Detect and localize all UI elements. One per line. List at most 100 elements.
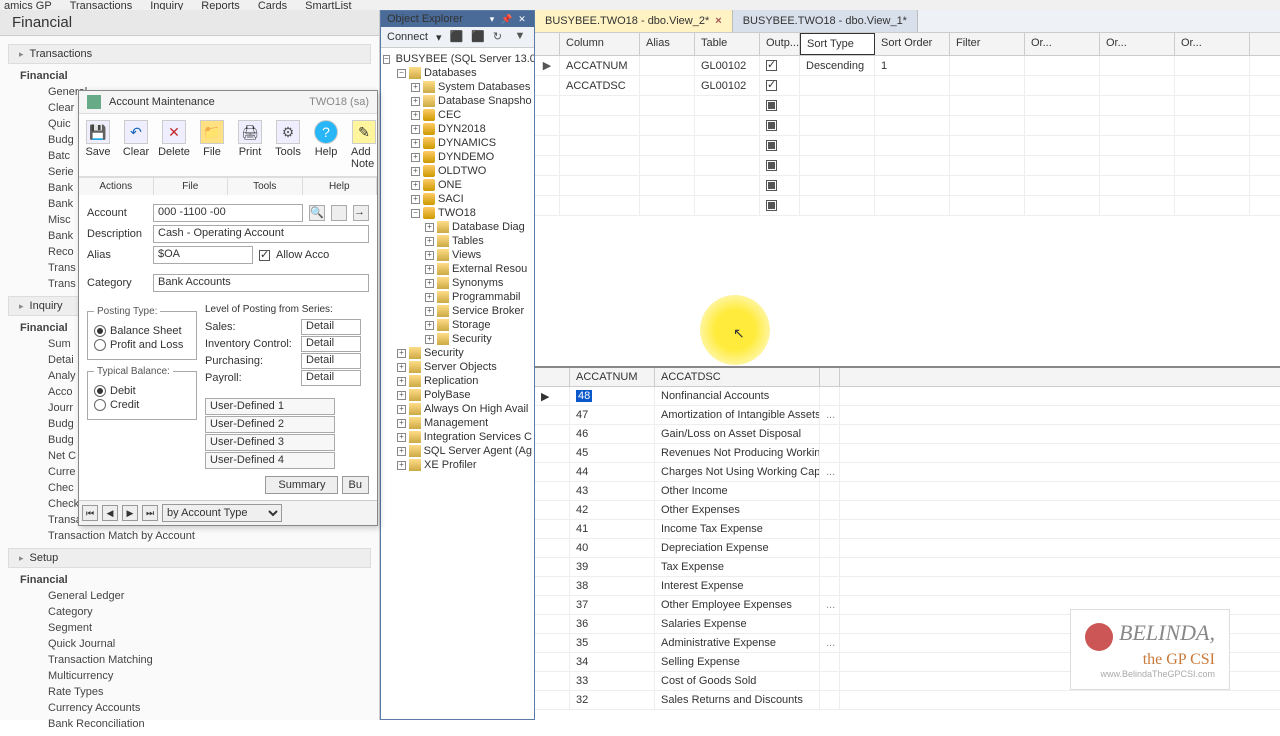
result-row[interactable]: 40Depreciation Expense — [535, 539, 1280, 558]
user-defined-field[interactable]: User-Defined 3 — [205, 434, 335, 451]
tree-node[interactable]: Synonyms — [383, 276, 532, 290]
result-row[interactable]: 41Income Tax Expense — [535, 520, 1280, 539]
tree-node[interactable]: Security — [383, 346, 532, 360]
criteria-row[interactable] — [535, 176, 1280, 196]
result-row[interactable]: 44Charges Not Using Working Capital... — [535, 463, 1280, 482]
close-icon[interactable]: ✕ — [516, 13, 528, 25]
file-button[interactable]: 📁File — [193, 114, 231, 176]
col-sorttype[interactable]: Sort Type — [800, 33, 875, 55]
tree-node[interactable]: External Resou — [383, 262, 532, 276]
output-checkbox[interactable] — [766, 200, 777, 211]
col-table[interactable]: Table — [695, 33, 760, 55]
result-row[interactable]: 45Revenues Not Producing Working Ca... — [535, 444, 1280, 463]
col-column[interactable]: Column — [560, 33, 640, 55]
nav-item[interactable]: Transaction Match by Account — [48, 528, 371, 544]
tree-node[interactable]: SQL Server Agent (Ag — [383, 444, 532, 458]
tree-node[interactable]: System Databases — [383, 80, 532, 94]
col-or[interactable]: Or... — [1025, 33, 1100, 55]
nav-item[interactable]: Segment — [48, 620, 371, 636]
nav-item[interactable]: Transaction Matching — [48, 652, 371, 668]
criteria-row[interactable] — [535, 96, 1280, 116]
tree-node[interactable]: TWO18 — [383, 206, 532, 220]
output-checkbox[interactable] — [766, 60, 777, 71]
output-checkbox[interactable] — [766, 80, 777, 91]
nav-item[interactable]: Bank Reconciliation — [48, 716, 371, 732]
tab-view2[interactable]: BUSYBEE.TWO18 - dbo.View_2*× — [535, 10, 733, 32]
tab-view1[interactable]: BUSYBEE.TWO18 - dbo.View_1* — [733, 10, 918, 32]
nav-expand[interactable]: Financial — [20, 572, 371, 588]
col-sortorder[interactable]: Sort Order — [875, 33, 950, 55]
tree-node[interactable]: Service Broker — [383, 304, 532, 318]
tree-node[interactable]: Views — [383, 248, 532, 262]
prev-button[interactable]: ◀ — [102, 505, 118, 521]
refresh-icon[interactable]: ↻ — [493, 30, 507, 44]
tree-node[interactable]: BUSYBEE (SQL Server 13.0 — [383, 52, 532, 66]
tree-node[interactable]: XE Profiler — [383, 458, 532, 472]
output-checkbox[interactable] — [766, 100, 777, 111]
nav-group-transactions[interactable]: Transactions — [8, 44, 371, 64]
filter-icon[interactable]: ▼ — [514, 30, 528, 44]
last-button[interactable]: ⏭ — [142, 505, 158, 521]
col-or[interactable]: Or... — [1175, 33, 1250, 55]
tree-node[interactable]: Server Objects — [383, 360, 532, 374]
tree-node[interactable]: Databases — [383, 66, 532, 80]
toolbar-icon[interactable]: ⬛ — [450, 30, 464, 44]
level-value[interactable]: Detail — [301, 319, 361, 335]
dialog-title-bar[interactable]: Account Maintenance TWO18 (sa) — [79, 91, 377, 114]
tree-node[interactable]: Security — [383, 332, 532, 346]
desc-input[interactable]: Cash - Operating Account — [153, 225, 369, 243]
user-defined-field[interactable]: User-Defined 4 — [205, 452, 335, 469]
result-row[interactable]: 38Interest Expense — [535, 577, 1280, 596]
next-button[interactable]: ▶ — [122, 505, 138, 521]
col-filter[interactable]: Filter — [950, 33, 1025, 55]
criteria-row[interactable]: ▶ACCATNUMGL00102Descending1 — [535, 56, 1280, 76]
close-tab-icon[interactable]: × — [715, 15, 721, 27]
balance-sheet-radio[interactable] — [94, 325, 106, 337]
tree-node[interactable]: ONE — [383, 178, 532, 192]
nav-item[interactable]: Category — [48, 604, 371, 620]
bu-button[interactable]: Bu — [342, 476, 369, 494]
nav-item[interactable]: Quick Journal — [48, 636, 371, 652]
criteria-row[interactable] — [535, 136, 1280, 156]
result-row[interactable]: ▶48Nonfinancial Accounts — [535, 387, 1280, 406]
nav-item[interactable]: Currency Accounts — [48, 700, 371, 716]
result-row[interactable]: 39Tax Expense — [535, 558, 1280, 577]
allow-checkbox[interactable] — [259, 250, 270, 261]
dropdown-icon[interactable]: ▾ — [486, 13, 498, 25]
result-row[interactable]: 47Amortization of Intangible Assets... — [535, 406, 1280, 425]
expand-icon[interactable] — [331, 205, 347, 221]
tree-node[interactable]: Database Diag — [383, 220, 532, 234]
add-note-button[interactable]: ✎Add Note — [345, 114, 383, 176]
tree-node[interactable]: PolyBase — [383, 388, 532, 402]
result-col-accatnum[interactable]: ACCATNUM — [570, 368, 655, 386]
level-value[interactable]: Detail — [301, 370, 361, 386]
toolbar-icon[interactable]: ⬛ — [471, 30, 485, 44]
help-button[interactable]: ?Help — [307, 114, 345, 176]
tree-node[interactable]: DYNDEMO — [383, 150, 532, 164]
tools-button[interactable]: ⚙Tools — [269, 114, 307, 176]
alias-input[interactable]: $OA — [153, 246, 253, 264]
output-checkbox[interactable] — [766, 160, 777, 171]
output-checkbox[interactable] — [766, 180, 777, 191]
category-input[interactable]: Bank Accounts — [153, 274, 369, 292]
summary-button[interactable]: Summary — [265, 476, 338, 494]
print-button[interactable]: 🖨Print — [231, 114, 269, 176]
sort-by-select[interactable]: by Account Type — [162, 504, 282, 522]
nav-item[interactable]: General Ledger — [48, 588, 371, 604]
profit-loss-radio[interactable] — [94, 339, 106, 351]
tree-node[interactable]: DYNAMICS — [383, 136, 532, 150]
result-row[interactable]: 42Other Expenses — [535, 501, 1280, 520]
criteria-row[interactable] — [535, 156, 1280, 176]
tree-node[interactable]: Integration Services C — [383, 430, 532, 444]
nav-item[interactable]: Rate Types — [48, 684, 371, 700]
tree-node[interactable]: Replication — [383, 374, 532, 388]
save-button[interactable]: 💾Save — [79, 114, 117, 176]
nav-item[interactable]: Multicurrency — [48, 668, 371, 684]
tree-node[interactable]: Database Snapsho — [383, 94, 532, 108]
lookup-icon[interactable]: 🔍 — [309, 205, 325, 221]
result-row[interactable]: 43Other Income — [535, 482, 1280, 501]
credit-radio[interactable] — [94, 399, 106, 411]
nav-expand[interactable]: Financial — [20, 68, 371, 84]
output-checkbox[interactable] — [766, 140, 777, 151]
app-menu[interactable]: amics GP Transactions Inquiry Reports Ca… — [0, 0, 1280, 10]
